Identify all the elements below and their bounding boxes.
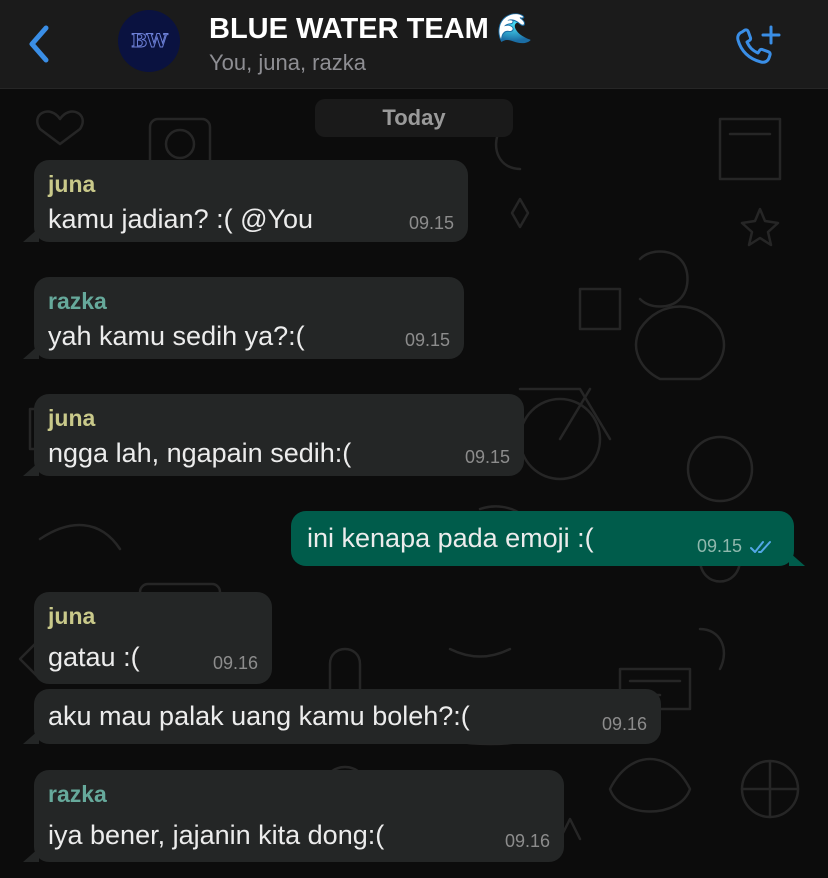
add-call-button[interactable]	[734, 24, 782, 68]
message-time: 09.15	[404, 330, 450, 350]
group-avatar[interactable]: BW	[118, 10, 180, 72]
chevron-left-icon	[29, 25, 49, 63]
message-bubble[interactable]: juna gatau :( 09.16	[34, 592, 272, 684]
message-sender[interactable]: razka	[48, 781, 107, 808]
back-button[interactable]	[22, 22, 56, 66]
message-time: 09.16	[601, 714, 647, 734]
message-text: iya bener, jajanin kita dong:(	[48, 820, 385, 850]
message-text: aku mau palak uang kamu boleh?:(	[48, 701, 470, 731]
message-time: 09.15	[696, 536, 742, 556]
message-time: 09.16	[212, 653, 258, 673]
add-call-icon	[736, 25, 781, 64]
message-bubble[interactable]: aku mau palak uang kamu boleh?:( 09.16	[23, 689, 661, 744]
date-divider: Today	[315, 99, 513, 137]
message-bubble-outgoing[interactable]: ini kenapa pada emoji :( 09.15	[291, 511, 805, 566]
message-bubble[interactable]: juna ngga lah, ngapain sedih:( 09.15	[23, 394, 524, 476]
message-text: gatau :(	[48, 642, 140, 672]
message-sender[interactable]: razka	[48, 288, 107, 315]
chat-header: BW BLUE WATER TEAM 🌊 You, juna, razka	[0, 0, 828, 89]
message-time: 09.16	[504, 831, 550, 851]
message-bubble[interactable]: razka iya bener, jajanin kita dong:( 09.…	[23, 770, 564, 862]
message-text: yah kamu sedih ya?:(	[48, 321, 305, 351]
avatar-initials: BW	[131, 30, 168, 53]
message-text: ini kenapa pada emoji :(	[307, 523, 594, 553]
message-sender[interactable]: juna	[48, 171, 95, 198]
message-bubble[interactable]: juna kamu jadian? :( @You 09.15	[23, 160, 468, 242]
message-sender[interactable]: juna	[48, 405, 95, 432]
chat-area: Today juna kamu jadian? :( @You 09.15 ra…	[0, 89, 828, 878]
message-sender[interactable]: juna	[48, 603, 95, 630]
message-time: 09.15	[464, 447, 510, 467]
message-time: 09.15	[408, 213, 454, 233]
read-receipt-double-check-icon	[750, 541, 771, 553]
message-bubble[interactable]: razka yah kamu sedih ya?:( 09.15	[23, 277, 464, 359]
message-text: ngga lah, ngapain sedih:(	[48, 438, 352, 468]
group-members[interactable]: You, juna, razka	[209, 50, 366, 76]
message-text: kamu jadian? :( @You	[48, 204, 314, 234]
group-title[interactable]: BLUE WATER TEAM 🌊	[209, 12, 533, 46]
